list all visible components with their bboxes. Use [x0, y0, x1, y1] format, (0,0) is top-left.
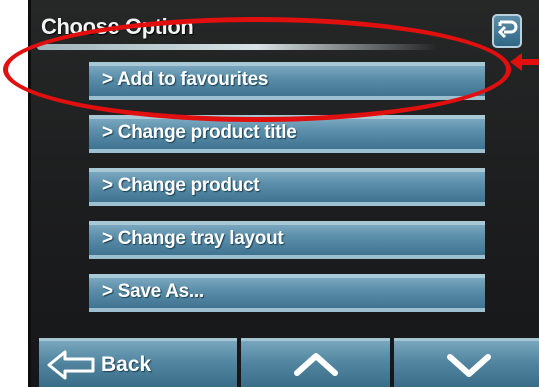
back-arrow-icon — [47, 349, 97, 386]
menu-item-change-tray-layout[interactable]: > Change tray layout — [89, 221, 485, 259]
back-button-label: Back — [101, 353, 152, 376]
scroll-up-button[interactable] — [241, 338, 390, 387]
bottom-toolbar: Back — [31, 338, 539, 387]
chevron-down-icon — [446, 353, 492, 384]
annotation-arrow-icon — [508, 50, 539, 74]
return-button[interactable] — [492, 14, 522, 48]
menu-item-label: > Change product — [102, 175, 260, 196]
device-bezel: Choose Option > Add to favourites > Chan… — [0, 0, 539, 387]
back-button[interactable]: Back — [39, 338, 237, 387]
scroll-down-button[interactable] — [393, 338, 539, 387]
highlight-annotation-ellipse — [3, 17, 511, 122]
menu-item-label: > Save As... — [102, 281, 204, 302]
menu-item-save-as[interactable]: > Save As... — [89, 274, 485, 312]
menu-item-label: > Change product title — [102, 122, 297, 143]
chevron-up-icon — [293, 351, 339, 382]
return-arrow-icon — [496, 18, 518, 45]
menu-item-label: > Change tray layout — [102, 228, 284, 249]
menu-item-change-product[interactable]: > Change product — [89, 168, 485, 206]
